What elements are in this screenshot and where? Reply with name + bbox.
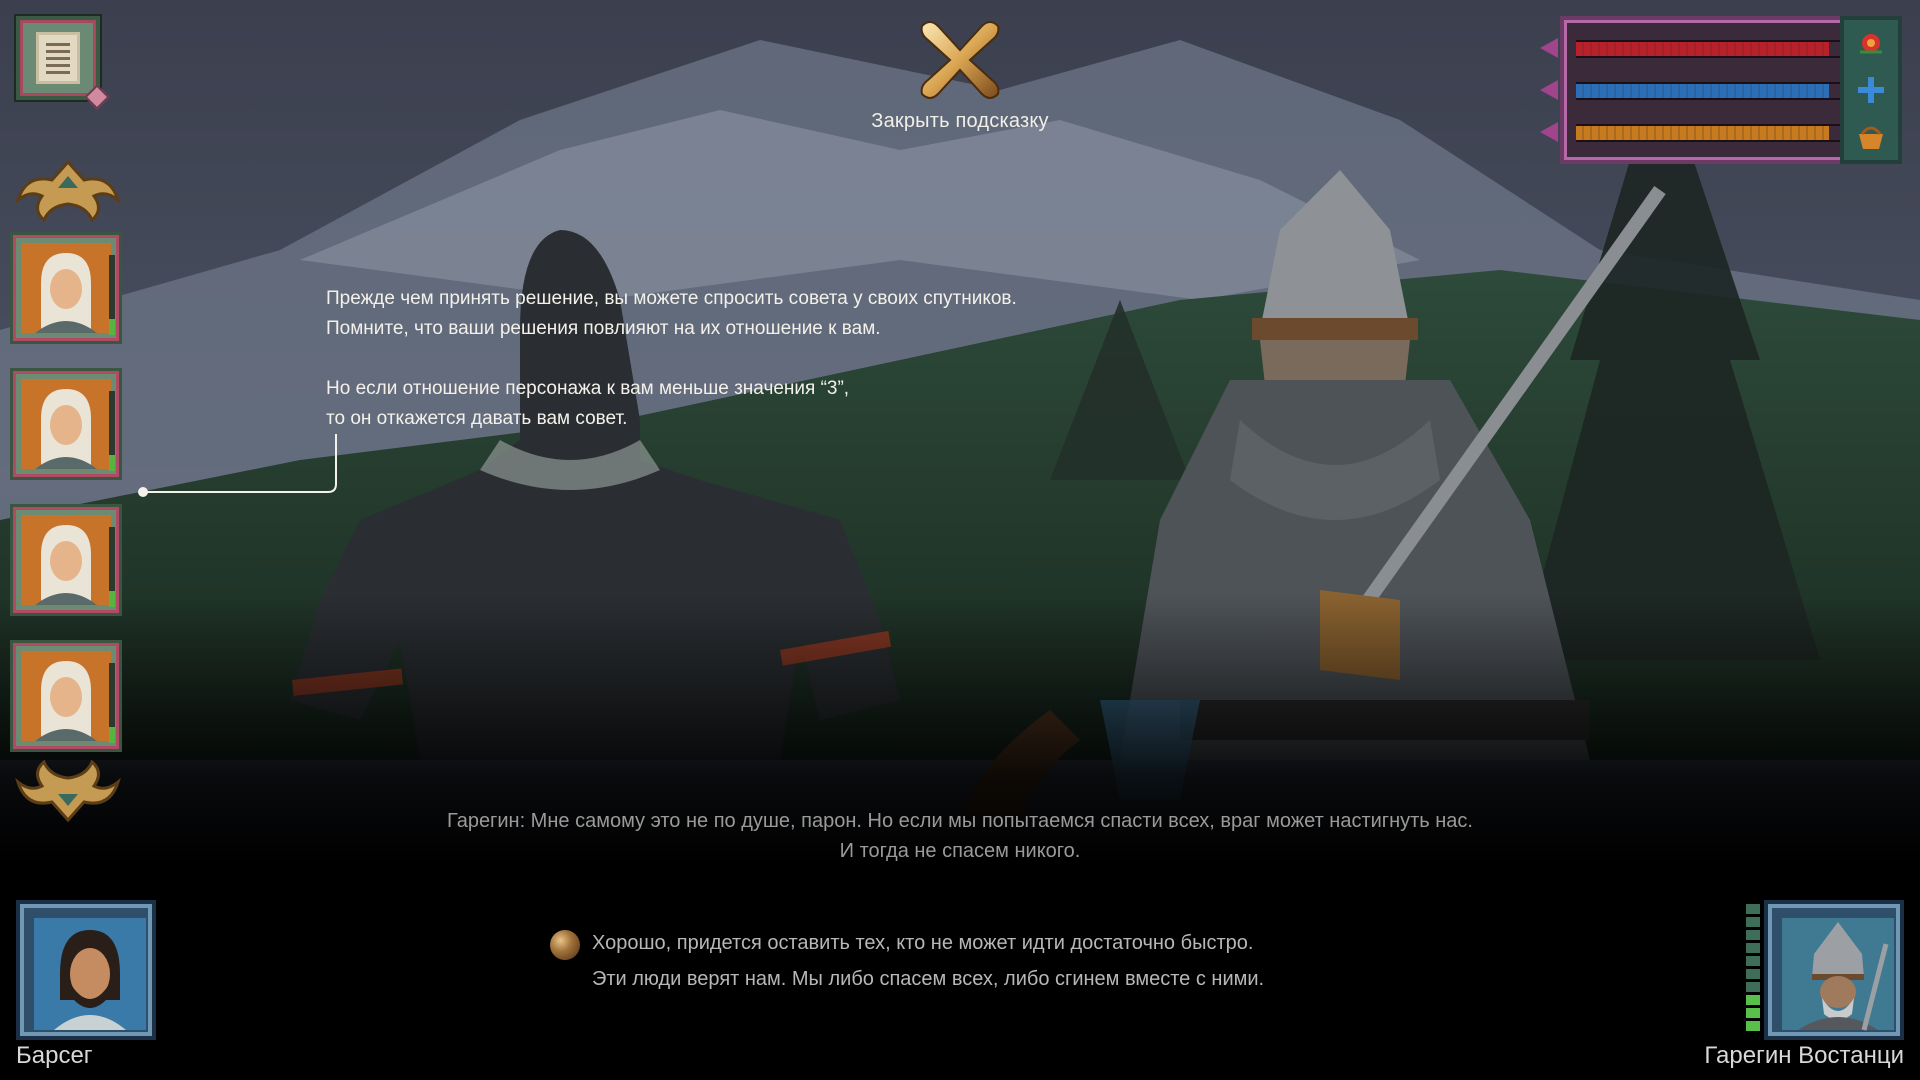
- companion-slot[interactable]: [10, 640, 122, 752]
- supplies-bar-fill: [1576, 126, 1829, 140]
- companion-relation-bar: [109, 663, 115, 743]
- cross-icon: [1855, 74, 1887, 106]
- npc-dialogue-line: Гарегин: Мне самому это не по душе, паро…: [446, 810, 1473, 832]
- relation-pip: [1746, 943, 1760, 953]
- relation-pip: [1746, 917, 1760, 927]
- dialogue-choice-2[interactable]: Эти люди верят нам. Мы либо спасем всех,…: [592, 968, 1264, 991]
- relation-pip: [1746, 995, 1760, 1005]
- hint-pointer-line: [138, 434, 337, 497]
- npc-relation-meter: [1746, 904, 1760, 1038]
- npc-name: Гарегин Востанци: [1704, 1042, 1904, 1069]
- supplies-bar: [1576, 124, 1842, 142]
- status-icons-column: [1840, 16, 1902, 164]
- companions-scroll-down-button[interactable]: [14, 760, 122, 822]
- npc-portrait[interactable]: [1764, 900, 1904, 1040]
- bar-arrow-ornament: [1540, 38, 1558, 58]
- bar-arrow-ornament: [1540, 122, 1558, 142]
- hint-line: Помните, что ваши решения повлияют на их…: [326, 318, 881, 339]
- choice-selector-orb-icon: [550, 930, 580, 960]
- relation-pip: [1746, 982, 1760, 992]
- relation-pip: [1746, 930, 1760, 940]
- npc-dialogue-text: Гарегин: Мне самому это не по душе, паро…: [300, 806, 1620, 866]
- hint-line: Прежде чем принять решение, вы можете сп…: [326, 288, 1017, 309]
- rose-icon: [1855, 27, 1887, 59]
- companion-relation-fill: [109, 455, 115, 471]
- companions-scroll-up-button[interactable]: [14, 160, 122, 222]
- player-portrait[interactable]: [16, 900, 156, 1040]
- hint-line: Но если отношение персонажа к вам меньше…: [326, 378, 850, 399]
- journal-menu-button[interactable]: [16, 16, 110, 110]
- companion-slot[interactable]: [10, 232, 122, 344]
- close-hint-button[interactable]: Закрыть подсказку: [860, 12, 1060, 140]
- advice-hint-tooltip: Прежде чем принять решение, вы можете сп…: [326, 284, 1226, 464]
- companion-relation-bar: [109, 255, 115, 335]
- companion-relation-fill: [109, 319, 115, 335]
- health-bar-fill: [1576, 42, 1829, 56]
- player-name: Барсег: [16, 1042, 93, 1069]
- companion-relation-fill: [109, 591, 115, 607]
- companion-relation-fill: [109, 727, 115, 743]
- faith-bar: [1576, 82, 1842, 100]
- resource-status-panel: [1540, 16, 1902, 164]
- faith-bar-fill: [1576, 84, 1829, 98]
- relation-pip: [1746, 956, 1760, 966]
- dialogue-choice-1[interactable]: Хорошо, придется оставить тех, кто не мо…: [592, 932, 1253, 955]
- scroll-icon: [36, 32, 80, 84]
- hint-line: то он откажется давать вам совет.: [326, 408, 628, 429]
- npc-dialogue-line: И тогда не спасем никого.: [839, 840, 1081, 862]
- basket-icon: [1855, 121, 1887, 153]
- relation-pip: [1746, 1021, 1760, 1031]
- companion-portrait: [21, 243, 111, 333]
- relation-pip: [1746, 904, 1760, 914]
- companion-portrait: [21, 515, 111, 605]
- companion-portrait: [21, 651, 111, 741]
- companion-slot[interactable]: [10, 504, 122, 616]
- close-hint-label: Закрыть подсказку: [871, 110, 1049, 132]
- companion-portrait: [21, 379, 111, 469]
- companion-slot[interactable]: [10, 368, 122, 480]
- crossed-close-icon: [920, 21, 1000, 99]
- relation-pip: [1746, 969, 1760, 979]
- relation-pip: [1746, 1008, 1760, 1018]
- game-screen: Закрыть подсказку Прежде чем принять реш…: [0, 0, 1920, 1080]
- health-bar: [1576, 40, 1842, 58]
- bar-arrow-ornament: [1540, 80, 1558, 100]
- companion-relation-bar: [109, 527, 115, 607]
- companion-relation-bar: [109, 391, 115, 471]
